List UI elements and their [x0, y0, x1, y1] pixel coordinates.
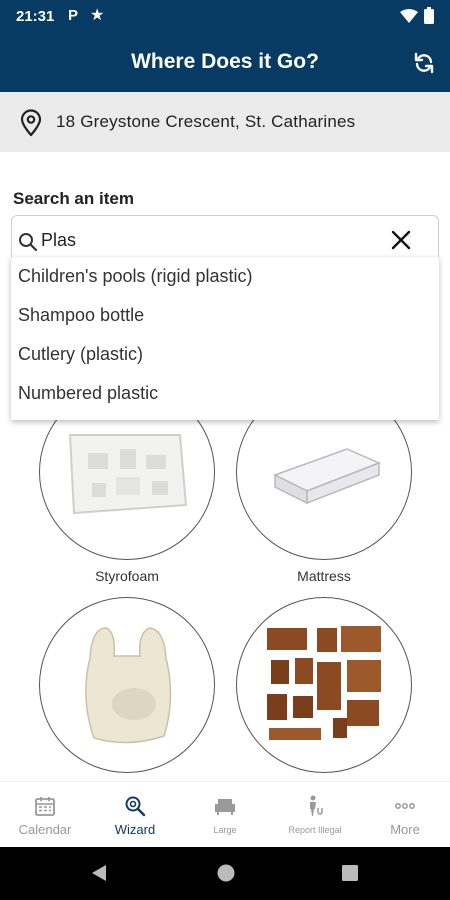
nav-label: Report Illegal: [288, 825, 342, 835]
recents-icon[interactable]: [342, 865, 358, 881]
location-pin-icon: [20, 109, 42, 137]
search-label: Search an item: [13, 189, 134, 208]
nav-label: Calendar: [18, 822, 72, 837]
more-dots-icon: [395, 803, 415, 809]
couch-icon: [215, 799, 235, 815]
plastic-bag-image: [85, 627, 172, 744]
tile-label: Styrofoam: [95, 568, 159, 584]
search-input[interactable]: [41, 227, 371, 253]
address-text: 18 Greystone Crescent, St. Catharines: [56, 112, 356, 131]
home-icon[interactable]: [216, 863, 236, 883]
nav-large[interactable]: Large: [180, 782, 270, 848]
search-icon: [19, 233, 38, 252]
nav-label: Wizard: [114, 822, 156, 837]
status-time: 21:31: [16, 8, 55, 25]
nav-label: Large: [213, 825, 237, 835]
refresh-icon[interactable]: [412, 51, 436, 75]
suggestion-item[interactable]: Shampoo bottle: [18, 305, 144, 326]
nav-calendar[interactable]: Calendar: [0, 782, 90, 848]
suggestion-item[interactable]: Cutlery (plastic): [18, 344, 143, 365]
search-box[interactable]: [11, 215, 439, 263]
star-icon: ★: [90, 7, 105, 24]
parking-icon: P: [68, 7, 79, 24]
close-icon[interactable]: [390, 229, 412, 251]
page-title: Where Does it Go?: [131, 50, 319, 73]
tile-furniture[interactable]: [236, 597, 412, 773]
tile-label: Mattress: [297, 568, 351, 584]
report-person-icon: [310, 795, 323, 816]
suggestion-item[interactable]: Children's pools (rigid plastic): [18, 266, 253, 287]
system-nav-bar: [0, 847, 450, 900]
address-bar[interactable]: 18 Greystone Crescent, St. Catharines: [0, 92, 450, 152]
furniture-image: [267, 626, 381, 740]
wifi-icon: [400, 9, 418, 23]
nav-more[interactable]: More: [360, 782, 450, 848]
tile-plastic-bag[interactable]: [39, 597, 215, 773]
status-bar: 21:31 P ★: [0, 0, 450, 33]
battery-icon: [424, 7, 434, 24]
back-icon[interactable]: [90, 864, 108, 882]
suggestion-item[interactable]: Numbered plastic: [18, 383, 158, 404]
nav-label: More: [390, 822, 420, 837]
app-bar: Where Does it Go?: [0, 33, 450, 92]
bottom-nav: Calendar Wizard Large Report Illegal Mor…: [0, 781, 450, 847]
wizard-search-icon: [125, 796, 146, 817]
calendar-icon: [35, 797, 55, 816]
nav-report-illegal[interactable]: Report Illegal: [270, 782, 360, 848]
search-suggestions: Children's pools (rigid plastic) Shampoo…: [11, 257, 439, 420]
nav-wizard[interactable]: Wizard: [90, 782, 180, 848]
